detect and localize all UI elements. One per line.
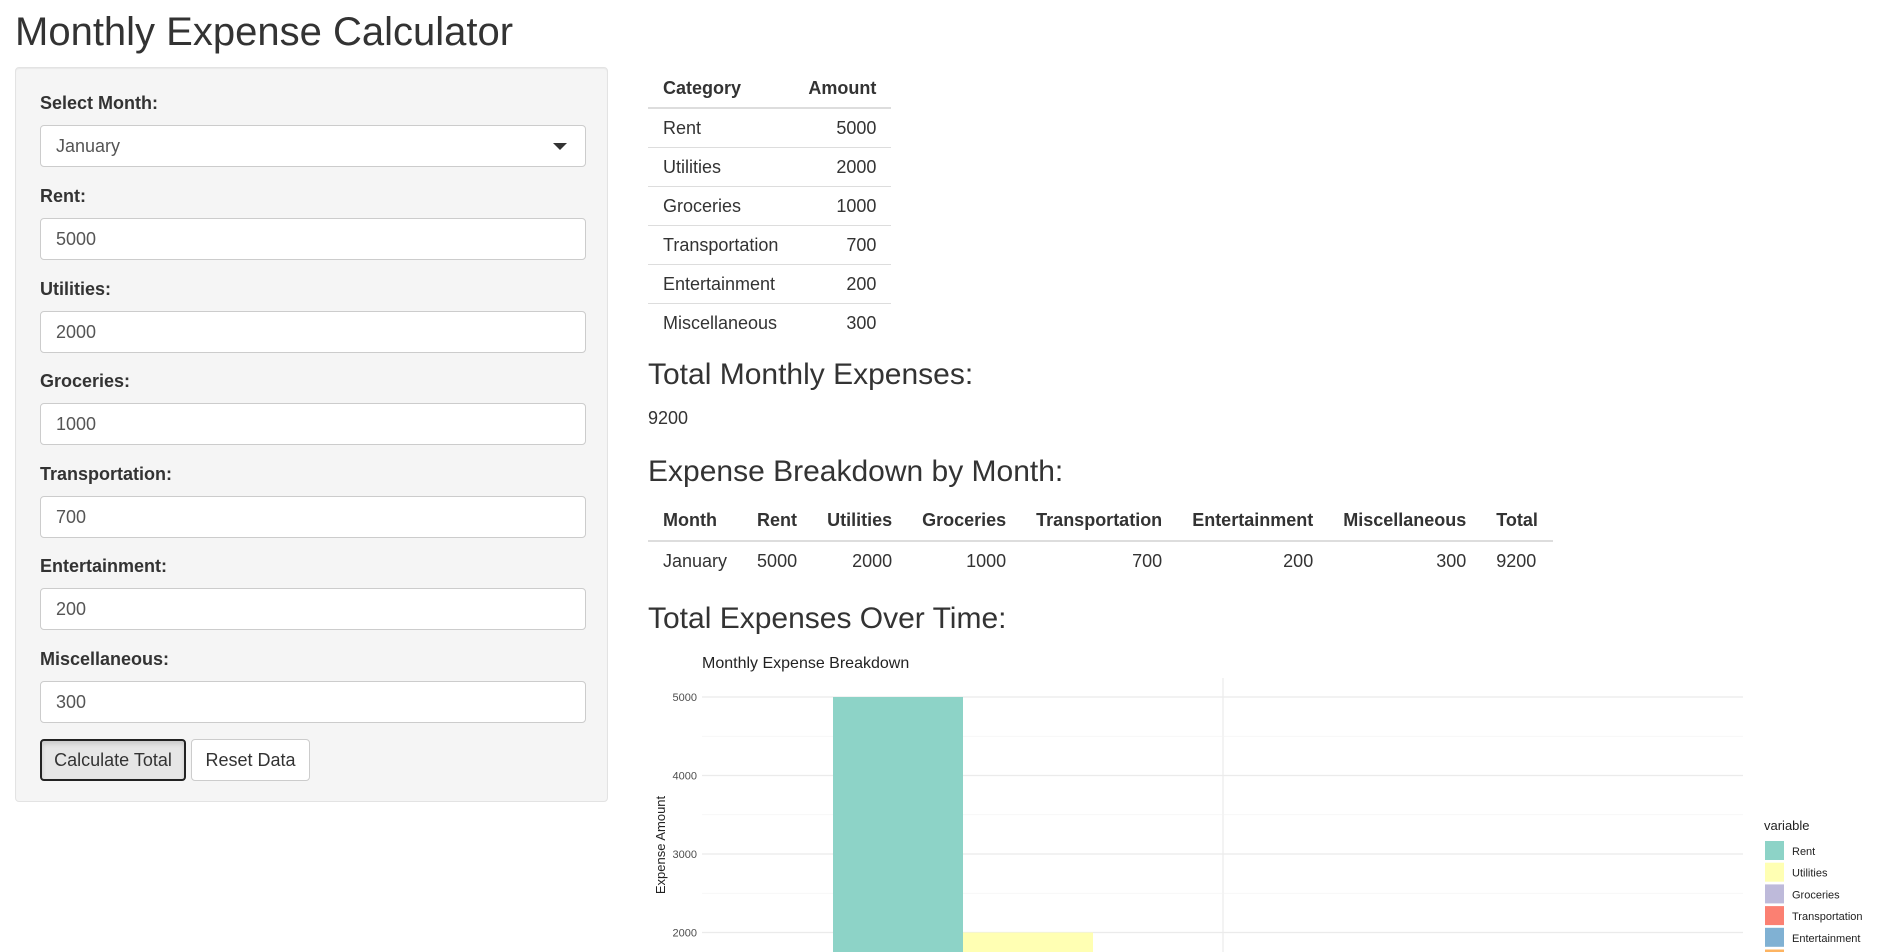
table-row: Miscellaneous 300	[648, 304, 891, 343]
groceries-input[interactable]: 1000	[40, 403, 586, 445]
table-cell: 200	[1283, 550, 1314, 571]
legend-label: Entertainment	[1792, 933, 1860, 945]
column-header: Groceries	[907, 500, 1022, 542]
table-cell: 700	[793, 225, 892, 265]
table-cell: Utilities	[648, 147, 794, 187]
table-cell: Rent	[648, 108, 794, 148]
rent-input[interactable]: 5000	[40, 218, 586, 260]
month-select[interactable]: January	[40, 125, 586, 167]
rent-field: Rent: 5000	[40, 183, 586, 260]
app-title: Monthly Expense Calculator	[15, 10, 514, 54]
miscellaneous-field: Miscellaneous: 300	[40, 646, 586, 723]
table-cell: 2000	[852, 550, 893, 571]
utilities-label: Utilities:	[40, 279, 112, 299]
table-cell: 5000	[757, 550, 798, 571]
breakdown-heading: Expense Breakdown by Month:	[648, 455, 1064, 488]
table-row: Entertainment 200	[648, 264, 892, 304]
transportation-label: Transportation:	[40, 464, 173, 484]
rent-label: Rent:	[40, 186, 86, 206]
month-field: Select Month: January	[40, 90, 586, 167]
legend-key-entertainment	[1765, 927, 1784, 947]
table-row: January 5000 2000 1000 700 200 300 9200	[648, 541, 1553, 580]
chart-y-axis-label: Expense Amount	[653, 795, 668, 894]
total-heading: Total Monthly Expenses:	[648, 358, 974, 391]
utilities-field: Utilities: 2000	[40, 276, 586, 353]
column-header: Total	[1481, 500, 1553, 542]
legend-key-groceries	[1765, 884, 1784, 904]
column-header: Rent	[742, 500, 813, 542]
column-header: Transportation	[1021, 500, 1178, 542]
entertainment-field: Entertainment: 200	[40, 553, 586, 630]
column-header: Entertainment	[1177, 500, 1329, 542]
y-tick-label: 5000	[673, 692, 697, 704]
transportation-field: Transportation: 700	[40, 461, 586, 538]
calculate-total-button[interactable]: Calculate Total	[40, 739, 186, 781]
table-row: Groceries 1000	[648, 186, 892, 226]
legend-label: Groceries	[1792, 889, 1840, 901]
legend-label: Utilities	[1792, 868, 1828, 880]
category-table: Category Amount Rent 5000 Utilities 2000…	[648, 69, 892, 343]
over-time-heading: Total Expenses Over Time:	[648, 602, 1007, 635]
reset-data-button[interactable]: Reset Data	[191, 739, 310, 781]
table-cell: Miscellaneous	[663, 312, 778, 333]
table-cell: 700	[1132, 550, 1163, 571]
groceries-field: Groceries: 1000	[40, 368, 586, 445]
table-cell: 1000	[793, 186, 892, 226]
column-header: Category	[648, 69, 794, 109]
month-select-value: January	[56, 136, 121, 156]
table-cell: 300	[1436, 550, 1467, 571]
utilities-input[interactable]: 2000	[40, 311, 586, 353]
miscellaneous-input[interactable]: 300	[40, 681, 586, 723]
legend-key-transportation	[1765, 906, 1784, 926]
table-cell: 300	[846, 312, 877, 333]
total-value: 9200	[648, 408, 689, 428]
month-label: Select Month:	[40, 93, 159, 113]
column-header: Amount	[793, 69, 892, 109]
chart-legend: variable Rent Utilities Groceries Transport…	[1764, 818, 1863, 952]
sidebar-panel: Select Month: January Rent: 5000 Utiliti…	[15, 67, 608, 802]
table-cell: Entertainment	[648, 264, 794, 304]
breakdown-table-header: Month Rent Utilities Groceries Transport…	[648, 500, 1553, 542]
table-cell: 9200	[1496, 550, 1537, 571]
miscellaneous-label: Miscellaneous:	[40, 649, 170, 669]
chart-bars	[833, 697, 1093, 952]
legend-label: Rent	[1792, 846, 1815, 858]
column-header: Miscellaneous	[1328, 500, 1482, 542]
expense-bar-chart: Monthly Expense Breakdown Expense Amount…	[653, 655, 1863, 952]
entertainment-input[interactable]: 200	[40, 588, 586, 630]
table-cell: 2000	[793, 147, 892, 187]
column-header: Utilities	[812, 500, 908, 542]
table-row: Utilities 2000	[648, 147, 892, 187]
caret-down-icon[interactable]	[553, 143, 567, 150]
category-table-header: Category Amount	[648, 69, 892, 109]
bar-rent	[833, 697, 963, 952]
legend-key-utilities	[1765, 862, 1784, 882]
table-cell: Transportation	[648, 225, 794, 265]
table-cell: 5000	[793, 108, 892, 148]
column-header: Month	[648, 500, 743, 542]
y-tick-label: 3000	[673, 849, 697, 861]
table-row: Rent 5000	[648, 108, 892, 148]
legend-title: variable	[1764, 818, 1810, 833]
breakdown-table: Month Rent Utilities Groceries Transport…	[648, 500, 1553, 580]
groceries-label: Groceries:	[40, 371, 131, 391]
y-tick-label: 2000	[673, 928, 697, 940]
entertainment-label: Entertainment:	[40, 556, 168, 576]
table-row: Transportation 700	[648, 225, 892, 265]
y-tick-label: 4000	[673, 771, 697, 783]
table-cell: January	[663, 550, 728, 571]
legend-label: Transportation	[1792, 911, 1863, 923]
table-cell: 1000	[966, 550, 1007, 571]
table-cell: 200	[793, 264, 892, 304]
table-cell: Groceries	[648, 186, 794, 226]
transportation-input[interactable]: 700	[40, 496, 586, 538]
chart-title: Monthly Expense Breakdown	[702, 655, 909, 672]
legend-key-rent	[1765, 841, 1784, 860]
bar-utilities	[963, 932, 1093, 952]
